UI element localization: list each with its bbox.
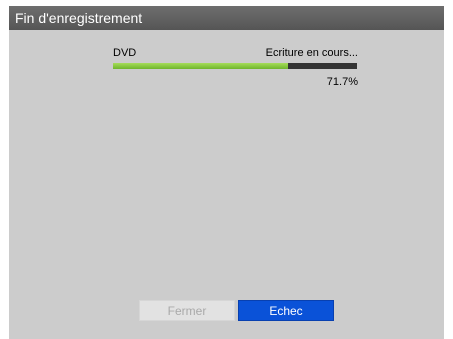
dialog-title: Fin d'enregistrement [9,6,444,30]
device-label: DVD [113,47,137,59]
write-progress-fill [113,63,288,69]
write-status-text: Ecriture en cours... [265,47,358,59]
close-button[interactable]: Fermer [139,300,235,321]
title-divider [9,30,444,39]
progress-percent: 71.7% [326,76,358,88]
fail-button[interactable]: Echec [238,300,334,321]
recording-end-dialog: Fin d'enregistrement DVD Ecriture en cou… [9,6,444,339]
write-progress-bar [113,63,357,69]
